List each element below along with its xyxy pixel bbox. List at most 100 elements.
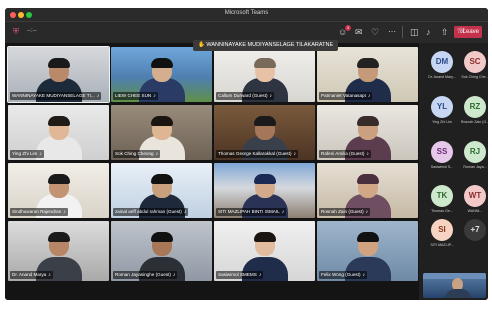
avatar-initials: RJ [469,147,481,156]
spotlight-name: WANNINAYAKE MUDIYANSELAGE TILAKARATNE [206,42,334,48]
recording-shield-icon: ⛨ [13,27,19,36]
avatar-name: Rosnah Zain (G... [460,120,488,124]
participant-avatar[interactable]: YL [431,96,453,118]
participant-avatar[interactable]: +7 [464,219,486,241]
mic-muted-icon: ♪ [153,93,156,99]
phone-icon: ☏ [457,28,466,35]
participant-name: Sindhuwaran Rajendran [12,209,62,214]
avatar-name: WANNI... [467,209,483,213]
participant-name: Patmaniet Vatanasapt [321,93,366,98]
camera-icon[interactable]: ◫ [410,27,419,37]
avatar-name: Sok Ching Che... [461,75,488,79]
participant-name: Roman Jayasinghe (Guest) [115,272,171,277]
participant-hair [47,174,70,184]
video-tile[interactable]: Sok Ching Cheong ♪ [111,105,212,160]
avatar-initials: SC [469,57,481,66]
participant-avatar[interactable]: RJ [464,141,486,163]
hand-raise-icon: ✋ [198,42,205,48]
video-tile[interactable]: Rafeni Amilia (Guest) ♪ [317,105,418,160]
chat-icon[interactable]: ✉ [355,27,363,37]
participant-name-label: Felix Wong (Guest) ♪ [319,271,367,279]
participant-name-label: Roman Jayasinghe (Guest) ♪ [113,271,178,279]
participant-name: zainal ariff abdul rahman (Guest) [115,209,182,214]
participant-avatar[interactable]: DM [431,51,453,73]
toolbar-divider [402,26,403,38]
participant-name-label: Rosnah Zain (Guest) ♪ [319,208,371,216]
participant-name: Thomas George Kallarakkal (Guest) [218,151,292,156]
mic-muted-icon: ♪ [269,93,273,99]
participant-avatar[interactable]: WT [464,185,486,207]
participant-name: Sok Ching Cheong [115,151,154,156]
participant-hair [47,58,70,68]
reactions-icon[interactable]: ♡ [371,27,379,37]
participant-hair [150,58,173,68]
participant-hair [253,232,276,242]
video-tile[interactable]: Ying Zhi Lim ♪ [8,105,109,160]
participant-avatar[interactable]: TK [431,185,453,207]
more-options-icon[interactable]: ⋯ [388,27,396,37]
mic-muted-icon: ♪ [48,272,51,278]
mic-muted-icon: ♪ [155,151,159,157]
mic-muted-icon: ♪ [258,272,262,278]
participant-name: Rafeni Amilia (Guest) [321,151,365,156]
participant-hair [150,116,173,126]
participant-avatar[interactable]: SS [431,141,453,163]
avatar-initials: SS [436,147,448,156]
participants-badge: 3 [345,25,351,31]
mic-muted-icon: ♪ [281,209,285,215]
avatar-name: SITI MAZLIP... [430,243,454,247]
video-tile[interactable]: Dr. Anand Marya ♪ [8,221,109,281]
avatar-name: Roman Jaya... [463,165,487,169]
mic-muted-icon: ♪ [365,209,369,215]
mic-muted-icon: ♪ [96,93,100,99]
video-tile[interactable]: Rosnah Zain (Guest) ♪ [317,163,418,218]
avatar-initials: YL [436,102,448,111]
participant-avatar[interactable]: SI [431,219,453,241]
participant-name: Ying Zhi Lim [12,151,38,156]
title-bar: Microsoft Teams [5,8,488,22]
video-tile[interactable]: zainal ariff abdul rahman (Guest) ♪ [111,163,212,218]
participant-hair [253,58,276,68]
participant-hair [356,232,379,242]
avatar-initials: WT [468,191,482,200]
video-tile[interactable]: LIEW CHEE SUN ♪ [111,47,212,102]
participant-name-label: Rafeni Amilia (Guest) ♪ [319,150,371,158]
self-video-body [445,289,471,298]
avatar-name: Ying Zhi Lim [432,120,452,124]
self-video-preview[interactable] [423,273,486,298]
participant-name-label: Sok Ching Cheong ♪ [113,150,161,158]
participant-avatar[interactable]: RZ [464,96,486,118]
video-grid: WANNINAYAKE MUDIYANSELAGE TI... ♪ LIEW CHE… [5,43,419,300]
participant-name-label: SITI MAZLIPAH BINTI ISMAIL ♪ [216,208,287,216]
mic-muted-icon: ♪ [172,272,176,278]
participant-name-label: Sasiwimol SMEMS ♪ [216,271,264,279]
participant-name-label: Ying Zhi Lim ♪ [10,150,44,158]
share-screen-icon[interactable]: ⇧ [441,27,449,37]
video-tile[interactable]: SITI MAZLIPAH BINTI ISMAIL ♪ [214,163,315,218]
avatar-name: Dr. Anand Mary... [428,75,456,79]
participant-hair [356,58,379,68]
participant-name: SITI MAZLIPAH BINTI ISMAIL [218,209,280,214]
mic-muted-icon: ♪ [367,93,371,99]
participant-avatar[interactable]: SC [464,51,486,73]
participant-name-label: LIEW CHEE SUN ♪ [113,92,158,100]
teams-window: Microsoft Teams ⛨ --:-- ☺ 3 ✉ ♡ ⋯ ◫ ♪ ⇧ … [5,8,488,300]
video-tile[interactable]: Sindhuwaran Rajendran ♪ [8,163,109,218]
participant-name-label: zainal ariff abdul rahman (Guest) ♪ [113,208,189,216]
video-tile[interactable]: Roman Jayasinghe (Guest) ♪ [111,221,212,281]
video-tile[interactable]: Patmaniet Vatanasapt ♪ [317,47,418,102]
video-tile[interactable]: Thomas George Kallarakkal (Guest) ♪ [214,105,315,160]
video-tile[interactable]: Felix Wong (Guest) ♪ [317,221,418,281]
mic-muted-icon: ♪ [63,209,66,215]
participant-hair [356,174,379,184]
video-tile[interactable]: Callum Durward (Guest) ♪ [214,47,315,102]
mic-off-icon[interactable]: ♪ [426,27,431,37]
participant-hair [150,232,173,242]
participant-name: Sasiwimol SMEMS [218,272,257,277]
video-tile[interactable]: WANNINAYAKE MUDIYANSELAGE TI... ♪ [7,46,110,103]
participant-name: Rosnah Zain (Guest) [321,209,364,214]
participant-name: LIEW CHEE SUN [115,93,152,98]
avatar-initials: +7 [470,225,480,234]
leave-button[interactable]: ☏ Leave [454,26,482,38]
video-tile[interactable]: Sasiwimol SMEMS ♪ [214,221,315,281]
